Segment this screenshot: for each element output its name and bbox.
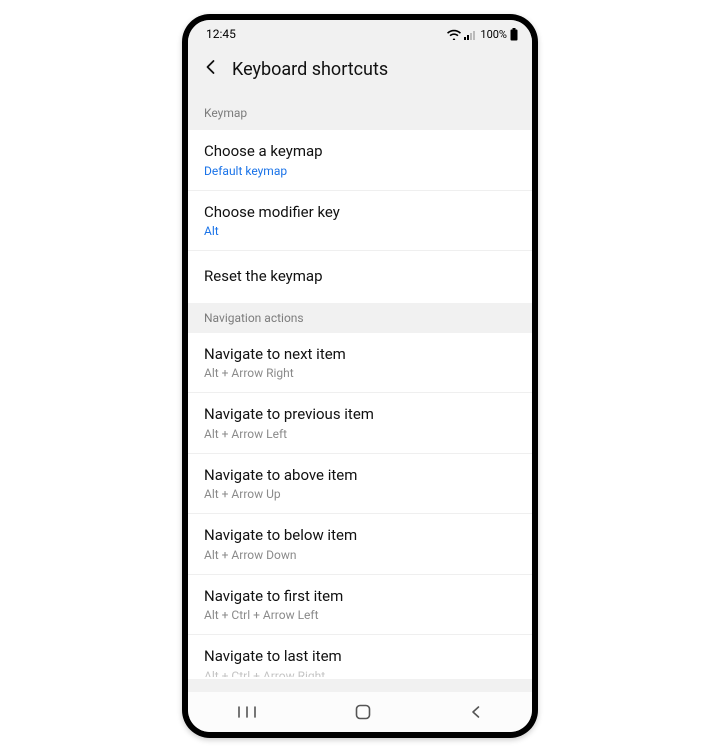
content[interactable]: Keymap Choose a keymap Default keymap Ch… [188, 94, 532, 692]
row-title: Choose modifier key [204, 203, 516, 223]
section-keymap: Choose a keymap Default keymap Choose mo… [188, 130, 532, 303]
row-title: Choose a keymap [204, 142, 516, 162]
page-title: Keyboard shortcuts [232, 59, 388, 80]
row-subtitle: Alt + Ctrl + Arrow Left [204, 608, 516, 622]
wifi-icon [447, 29, 461, 40]
row-title: Navigate to next item [204, 345, 516, 365]
row-reset-keymap[interactable]: Reset the keymap [188, 251, 532, 303]
phone-frame: 12:45 100% Keyboard shortcuts Key [182, 14, 538, 738]
back-icon[interactable] [202, 58, 220, 80]
row-title: Navigate to above item [204, 466, 516, 486]
row-choose-keymap[interactable]: Choose a keymap Default keymap [188, 130, 532, 191]
row-subtitle: Alt + Ctrl + Arrow Right [204, 669, 516, 677]
status-right: 100% [447, 28, 518, 41]
row-subtitle: Alt + Arrow Right [204, 366, 516, 380]
row-title: Navigate to previous item [204, 405, 516, 425]
row-nav-first[interactable]: Navigate to first item Alt + Ctrl + Arro… [188, 575, 532, 636]
system-nav-bar [188, 692, 532, 732]
row-nav-last[interactable]: Navigate to last item Alt + Ctrl + Arrow… [188, 635, 532, 679]
row-title: Navigate to last item [204, 647, 516, 667]
recents-icon[interactable] [237, 705, 257, 719]
row-subtitle: Alt + Arrow Left [204, 427, 516, 441]
battery-icon [510, 28, 518, 41]
system-back-icon[interactable] [469, 705, 483, 719]
row-subtitle: Default keymap [204, 164, 516, 178]
row-nav-above[interactable]: Navigate to above item Alt + Arrow Up [188, 454, 532, 515]
status-bar: 12:45 100% [188, 20, 532, 48]
row-choose-modifier[interactable]: Choose modifier key Alt [188, 191, 532, 252]
home-icon[interactable] [354, 703, 372, 721]
row-subtitle: Alt + Arrow Up [204, 487, 516, 501]
row-title: Navigate to below item [204, 526, 516, 546]
row-subtitle: Alt + Arrow Down [204, 548, 516, 562]
row-nav-below[interactable]: Navigate to below item Alt + Arrow Down [188, 514, 532, 575]
row-nav-next[interactable]: Navigate to next item Alt + Arrow Right [188, 333, 532, 394]
app-header: Keyboard shortcuts [188, 48, 532, 94]
row-title: Reset the keymap [204, 267, 516, 287]
section-nav: Navigate to next item Alt + Arrow Right … [188, 333, 532, 679]
screen: 12:45 100% Keyboard shortcuts Key [188, 20, 532, 732]
battery-percent: 100% [480, 28, 507, 41]
row-subtitle: Alt [204, 224, 516, 238]
row-title: Navigate to first item [204, 587, 516, 607]
status-time: 12:45 [206, 27, 236, 41]
section-header-nav: Navigation actions [188, 303, 532, 333]
section-header-keymap: Keymap [188, 94, 532, 130]
signal-icon [464, 29, 477, 40]
row-nav-prev[interactable]: Navigate to previous item Alt + Arrow Le… [188, 393, 532, 454]
